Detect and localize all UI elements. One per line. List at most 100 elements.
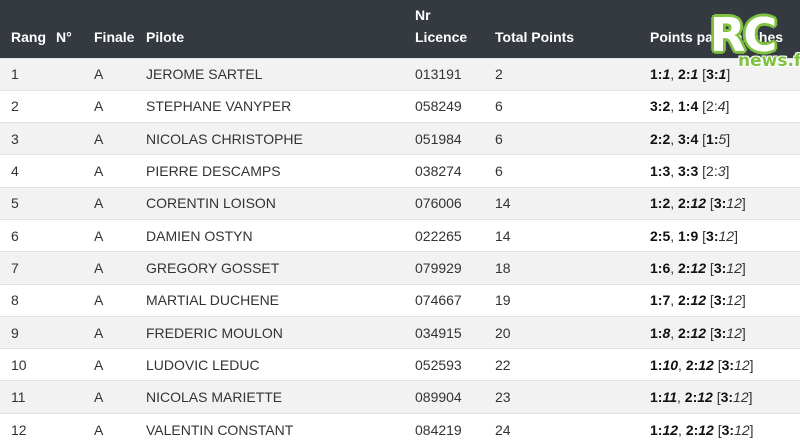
points-bold: 3: (706, 227, 719, 244)
cell-finale: A (94, 283, 146, 317)
points-separator: [ (706, 195, 714, 212)
cell-pilote: NICOLAS CHRISTOPHE (146, 122, 415, 155)
cell-finale: A (94, 186, 146, 220)
points-bold: 2: (678, 292, 691, 309)
points-bold: 2: (678, 324, 691, 341)
points-separator: [ (713, 356, 722, 373)
table-row: 3 A NICOLAS CHRISTOPHE 051984 6 2:2, 3:4 [1:5… (0, 122, 800, 155)
cell-pilote: STEPHANE VANYPER (146, 89, 415, 123)
cell-points-par-manches: 3:2, 1:4 [2:4] (650, 89, 800, 123)
points-italic: 12 (734, 356, 750, 373)
cell-pilote: LUDOVIC LEDUC (146, 348, 415, 381)
points-separator: ] (748, 389, 753, 406)
points-italic: 12 (697, 389, 713, 406)
cell-num (56, 122, 94, 155)
cell-licence: 084219 (415, 412, 495, 446)
table-row: 1 A JEROME SARTEL 013191 2 1:1, 2:1 [3:1] (0, 57, 800, 91)
points-separator: ] (741, 259, 746, 276)
points-italic: 12 (690, 195, 707, 212)
points-bold: 3: (721, 356, 735, 373)
points-separator: , (670, 98, 679, 115)
points-bold: 1:3 (650, 163, 671, 180)
cell-finale: A (94, 251, 146, 285)
points-bold: 1: (650, 356, 663, 373)
cell-num (56, 186, 94, 220)
points-separator: , (670, 292, 679, 309)
header-rang: Rang (11, 28, 46, 45)
points-separator: , (677, 389, 685, 406)
cell-licence: 074667 (415, 283, 495, 317)
points-bold: 2: (678, 66, 691, 83)
cell-total-points: 6 (495, 122, 650, 155)
points-separator: [ (706, 259, 714, 276)
points-bold: 3:2 (650, 98, 671, 115)
cell-total-points: 19 (495, 283, 650, 317)
header-total-points: Total Points (495, 28, 575, 45)
cell-finale: A (94, 348, 146, 381)
cell-num (56, 89, 94, 123)
cell-pilote: MARTIAL DUCHENE (146, 283, 415, 317)
points-bold: 1: (650, 66, 663, 83)
table-row: 2 A STEPHANE VANYPER 058249 6 3:2, 1:4 [2:4] (0, 89, 800, 123)
points-bold: 1:6 (650, 259, 671, 276)
points-italic: 4 (717, 98, 726, 115)
cell-pilote: GREGORY GOSSET (146, 251, 415, 285)
points-separator: [ (706, 292, 714, 309)
points-separator: ] (725, 163, 730, 180)
points-separator: ] (741, 195, 746, 212)
cell-num (56, 251, 94, 285)
header-licence-line1: Nr (415, 6, 431, 23)
cell-licence: 076006 (415, 186, 495, 220)
cell-licence: 022265 (415, 218, 495, 252)
cell-pilote: DAMIEN OSTYN (146, 218, 415, 252)
cell-points-par-manches: 1:6, 2:12 [3:12] (650, 251, 800, 285)
points-bold: 2: (678, 259, 691, 276)
cell-total-points: 14 (495, 218, 650, 252)
cell-points-par-manches: 1:8, 2:12 [3:12] (650, 315, 800, 349)
points-bold: 3:3 (678, 163, 699, 180)
cell-total-points: 20 (495, 315, 650, 349)
points-italic: 12 (726, 292, 742, 309)
points-separator: , (670, 195, 679, 212)
cell-pilote: NICOLAS MARIETTE (146, 380, 415, 414)
points-bold: 1:2 (650, 195, 671, 212)
cell-finale: A (94, 412, 146, 446)
cell-num (56, 283, 94, 317)
points-bold: 3: (721, 421, 735, 438)
points-separator: , (670, 163, 679, 180)
cell-pilote: VALENTIN CONSTANT (146, 412, 415, 446)
points-separator: , (670, 66, 679, 83)
table-row: 5 A CORENTIN LOISON 076006 14 1:2, 2:12 [3:12… (0, 186, 800, 220)
points-italic: 12 (690, 324, 707, 341)
cell-num (56, 348, 94, 381)
points-italic: 10 (662, 356, 679, 373)
cell-points-par-manches: 1:2, 2:12 [3:12] (650, 186, 800, 220)
cell-finale: A (94, 154, 146, 188)
points-separator: [2: (698, 163, 718, 180)
logo-news-text: news.fr (738, 51, 800, 71)
cell-num (56, 380, 94, 414)
points-separator: [2: (698, 98, 718, 115)
points-bold: 1:7 (650, 292, 671, 309)
points-separator: [ (712, 389, 721, 406)
points-bold: 3: (713, 259, 727, 276)
points-separator: , (670, 324, 679, 341)
points-separator: ] (725, 98, 730, 115)
cell-pilote: CORENTIN LOISON (146, 186, 415, 220)
cell-rang: 10 (0, 348, 56, 381)
points-separator: , (670, 259, 679, 276)
points-italic: 12 (662, 421, 679, 438)
points-separator: ] (741, 324, 746, 341)
cell-points-par-manches: 2:2, 3:4 [1:5] (650, 122, 800, 155)
cell-licence: 052593 (415, 348, 495, 381)
table-body: 1 A JEROME SARTEL 013191 2 1:1, 2:1 [3:1] 2 A ST… (0, 57, 800, 446)
cell-total-points: 22 (495, 348, 650, 381)
points-bold: 3: (713, 292, 727, 309)
points-bold: 1: (650, 421, 663, 438)
cell-rang: 1 (0, 57, 56, 91)
cell-rang: 5 (0, 186, 56, 220)
cell-points-par-manches: 1:3, 3:3 [2:3] (650, 154, 800, 188)
cell-total-points: 6 (495, 154, 650, 188)
header-num: N° (56, 28, 72, 45)
table-row: 11 A NICOLAS MARIETTE 089904 23 1:11, 2:12 [3… (0, 380, 800, 414)
